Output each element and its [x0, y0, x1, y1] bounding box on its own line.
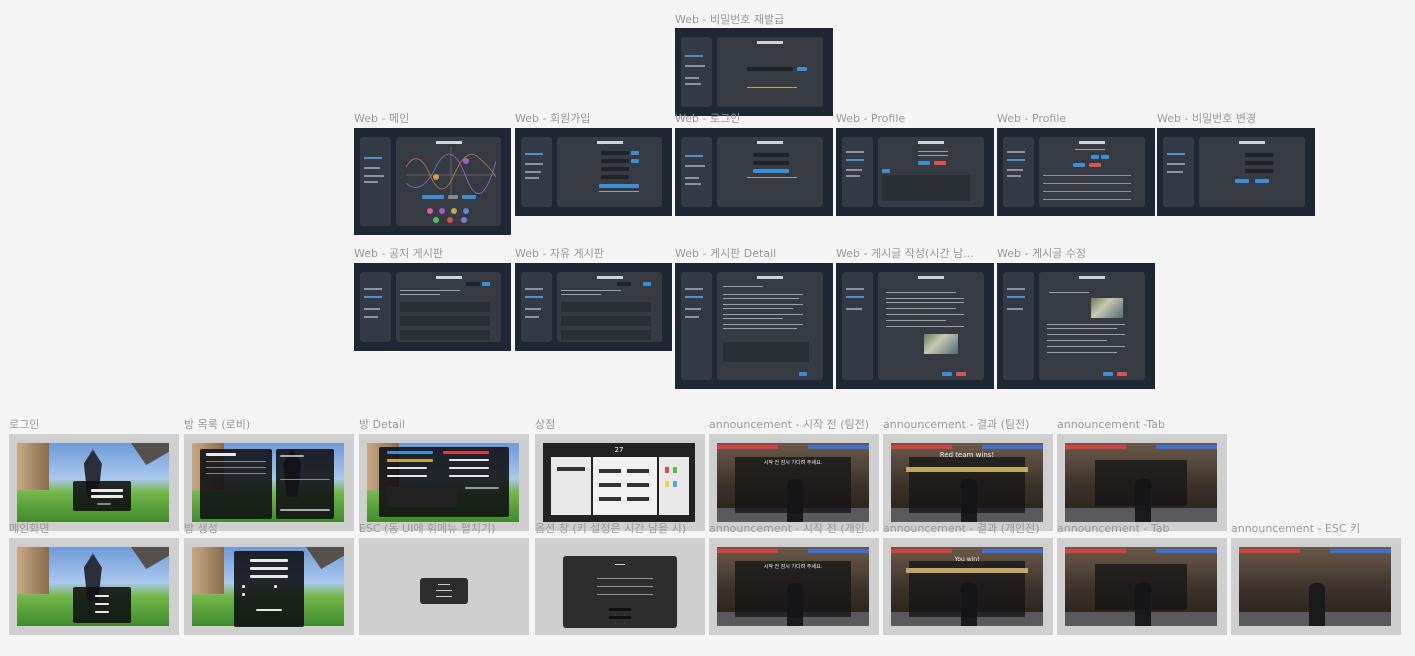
- frame-label-ann-result-solo: announcement - 결과 (개인전): [883, 522, 1040, 535]
- team-win-text: Red team wins!: [939, 450, 995, 459]
- frame-label-web-main: Web - 메인: [354, 112, 410, 125]
- frame-label-game-login: 로그인: [9, 418, 40, 431]
- frame-ann-before-team[interactable]: 시작 전 잠시 기다려 주세요.: [709, 434, 879, 531]
- frame-label-web-signup: Web - 회원가입: [515, 112, 591, 125]
- frame-label-web-free: Web - 자유 게시판: [515, 247, 605, 260]
- frame-web-login[interactable]: [675, 128, 833, 216]
- frame-ann-before-solo[interactable]: 시작 전 잠시 기다려 주세요.: [709, 538, 879, 635]
- frame-label-web-login: Web - 로그인: [675, 112, 741, 125]
- frame-label-web-profile-1: Web - Profile: [836, 112, 906, 125]
- frame-web-post-write[interactable]: [836, 263, 994, 389]
- frame-web-pw-change[interactable]: [1157, 128, 1315, 216]
- frame-ann-esc[interactable]: [1231, 538, 1401, 635]
- frame-ann-result-solo[interactable]: You win!: [883, 538, 1053, 635]
- frame-label-web-write: Web - 게시글 작성(시간 남...: [836, 247, 974, 260]
- frame-label-web-detail: Web - 게시판 Detail: [675, 247, 777, 260]
- frame-label-ann-tab: announcement -Tab: [1057, 418, 1166, 431]
- frame-label-game-room-create: 방 생성: [184, 522, 218, 535]
- frame-web-free-board[interactable]: [515, 263, 672, 351]
- frame-game-settings[interactable]: [535, 538, 705, 635]
- frame-label-web-edit: Web - 게시글 수정: [997, 247, 1087, 260]
- frame-web-profile-2[interactable]: [997, 128, 1155, 216]
- frame-web-signup[interactable]: [515, 128, 672, 216]
- attached-image: [1091, 298, 1123, 318]
- frame-label-game-room-list: 방 목록 (로비): [184, 418, 251, 431]
- frame-web-profile-1[interactable]: [836, 128, 994, 216]
- frame-label-game-room-detail: 방 Detail: [359, 418, 406, 431]
- frame-label-game-esc: ESC (동 UI에 휘메뉴 펼치기): [359, 522, 496, 535]
- solo-win-text: You win!: [954, 556, 980, 564]
- main-chart-graphic: [406, 147, 496, 197]
- frame-web-main[interactable]: [354, 128, 511, 235]
- frame-game-room-list[interactable]: [184, 434, 354, 531]
- frame-label-web-pw-reissue: Web - 비밀번호 재발급: [675, 13, 785, 26]
- frame-web-pw-reissue[interactable]: [675, 28, 833, 116]
- frame-web-notice-board[interactable]: [354, 263, 511, 351]
- frame-web-post-edit[interactable]: [997, 263, 1155, 389]
- frame-game-esc[interactable]: [359, 538, 529, 635]
- frame-label-game-main: 메인화면: [9, 522, 50, 535]
- frame-ann-tab-2[interactable]: [1057, 538, 1227, 635]
- frame-label-game-settings: 옵션 창 (키 설정은 시간 남을 시): [535, 522, 687, 535]
- frame-game-main[interactable]: [9, 538, 179, 635]
- frame-game-login[interactable]: [9, 434, 179, 531]
- frame-game-room-create[interactable]: [184, 538, 354, 635]
- frame-game-room-detail[interactable]: [359, 434, 529, 531]
- frame-label-web-notice: Web - 공지 게시판: [354, 247, 444, 260]
- attached-image: [924, 334, 958, 354]
- start-message: 시작 전 잠시 기다려 주세요.: [763, 459, 823, 466]
- frame-label-web-profile-2: Web - Profile: [997, 112, 1067, 125]
- frame-web-board-detail[interactable]: [675, 263, 833, 389]
- frame-ann-tab[interactable]: [1057, 434, 1227, 531]
- frame-game-shop[interactable]: 27: [535, 434, 705, 531]
- frame-label-ann-result-team: announcement - 결과 (팀전): [883, 418, 1030, 431]
- frame-label-ann-before-solo: announcement - 시작 전 (개인전): [709, 522, 879, 535]
- frame-label-web-pw-change: Web - 비밀번호 변경: [1157, 112, 1257, 125]
- shop-count: 27: [614, 446, 624, 454]
- frame-label-ann-before-team: announcement - 시작 전 (팀전): [709, 418, 870, 431]
- frame-label-ann-esc: announcement - ESC 키: [1231, 522, 1361, 535]
- frame-label-ann-tab-2: announcement - Tab: [1057, 522, 1170, 535]
- frame-ann-result-team[interactable]: Red team wins!: [883, 434, 1053, 531]
- frame-label-game-shop: 상점: [535, 418, 556, 431]
- start-message: 시작 전 잠시 기다려 주세요.: [763, 563, 823, 570]
